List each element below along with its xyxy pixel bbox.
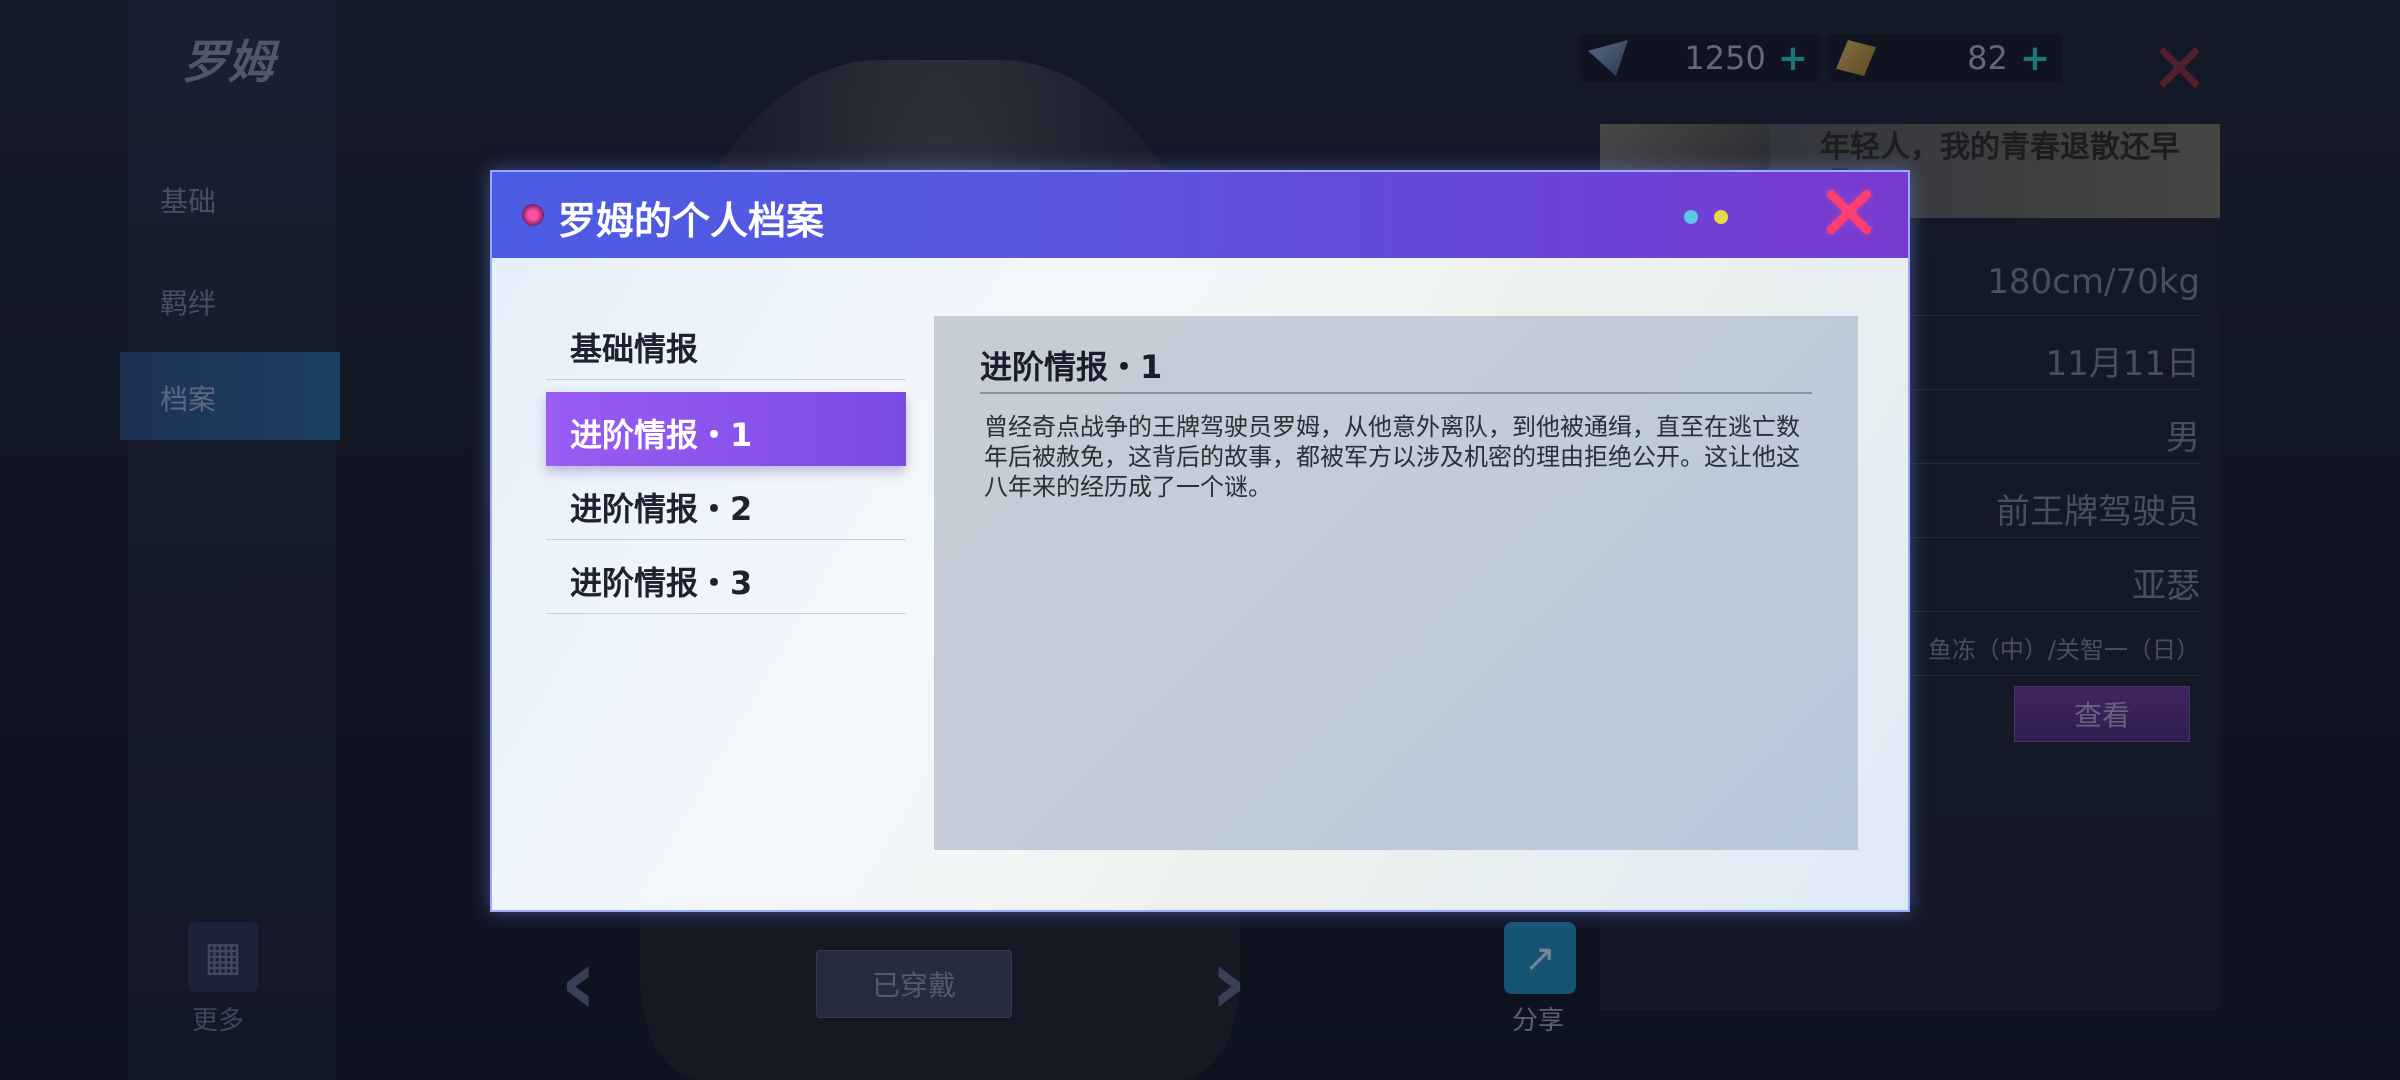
modal-close-icon[interactable] (1816, 180, 1882, 246)
profile-archive-modal: 罗姆的个人档案 基础情报 进阶情报・1 进阶情报・2 进阶情报・3 进阶情报・1… (490, 170, 1910, 912)
menu-advanced-info-3[interactable]: 进阶情报・3 (546, 540, 906, 614)
decor-dot-icon (1684, 210, 1698, 224)
modal-header: 罗姆的个人档案 (492, 172, 1908, 258)
menu-basic-info[interactable]: 基础情报 (546, 306, 906, 380)
menu-advanced-info-2[interactable]: 进阶情报・2 (546, 466, 906, 540)
content-title: 进阶情报・1 (980, 348, 1163, 386)
header-gem-icon (522, 204, 544, 226)
content-panel: 进阶情报・1 曾经奇点战争的王牌驾驶员罗姆，从他意外离队，到他被通缉，直至在逃亡… (934, 316, 1858, 850)
modal-body: 基础情报 进阶情报・1 进阶情报・2 进阶情报・3 进阶情报・1 曾经奇点战争的… (492, 258, 1908, 910)
menu-advanced-info-1[interactable]: 进阶情报・1 (546, 392, 906, 466)
content-text: 曾经奇点战争的王牌驾驶员罗姆，从他意外离队，到他被通缉，直至在逃亡数年后被赦免，… (984, 413, 1800, 501)
content-divider (980, 392, 1812, 394)
modal-title: 罗姆的个人档案 (558, 199, 825, 243)
decor-dot-icon (1714, 210, 1728, 224)
